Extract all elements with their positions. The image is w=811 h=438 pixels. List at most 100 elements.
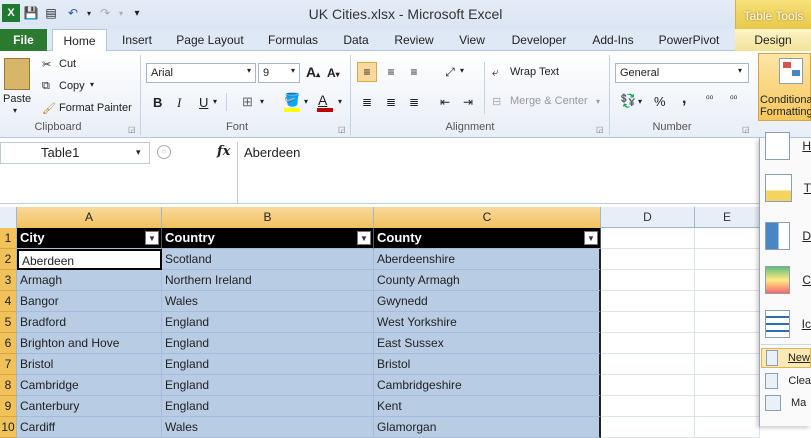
grow-font-icon[interactable]: A▴ [306, 64, 320, 80]
cut-icon[interactable]: ✂ [42, 58, 51, 71]
copy-icon[interactable]: ⧉ [42, 80, 50, 93]
increase-decimal-icon[interactable]: ⁰⁰ [706, 94, 713, 105]
table-cell[interactable]: Wales [162, 291, 374, 312]
table-cell[interactable]: Bristol [17, 354, 162, 375]
empty-cell[interactable] [601, 396, 695, 417]
table-cell[interactable]: Cardiff [17, 417, 162, 438]
table-cell[interactable]: England [162, 312, 374, 333]
filter-dropdown-icon[interactable]: ▼ [584, 231, 598, 245]
empty-cell[interactable] [695, 417, 760, 438]
number-launcher-icon[interactable]: ◲ [742, 125, 750, 134]
tab-design[interactable]: Design [735, 29, 811, 51]
underline-dropdown-icon[interactable]: ▾ [213, 97, 217, 106]
tab-data[interactable]: Data [338, 29, 374, 51]
empty-cell[interactable] [695, 354, 760, 375]
filter-dropdown-icon[interactable]: ▼ [357, 231, 371, 245]
number-format-dropdown-icon[interactable]: ▾ [738, 66, 742, 75]
tab-review[interactable]: Review [389, 29, 439, 51]
font-launcher-icon[interactable]: ◲ [338, 125, 346, 134]
empty-cell[interactable] [695, 249, 760, 270]
table-cell[interactable]: Cambridge [17, 375, 162, 396]
row-header[interactable]: 1 [0, 228, 17, 249]
align-bottom-icon[interactable]: ≡ [404, 62, 424, 82]
tab-powerpivot[interactable]: PowerPivot [653, 29, 725, 51]
menu-item-new-rule[interactable]: New [761, 348, 811, 368]
select-all-corner[interactable] [0, 207, 17, 228]
empty-cell[interactable] [601, 228, 695, 249]
column-header-d[interactable]: D [601, 207, 695, 228]
align-left-icon[interactable]: ≣ [357, 92, 377, 112]
fill-color-icon[interactable]: 🪣 [284, 92, 300, 108]
align-center-icon[interactable]: ≣ [381, 92, 401, 112]
wrap-text-icon[interactable]: ⤶ [492, 65, 499, 80]
menu-item-clear-rules[interactable]: Clea [761, 371, 811, 391]
table-cell[interactable]: County Armagh [374, 270, 601, 291]
empty-cell[interactable] [601, 312, 695, 333]
menu-item-highlight-rules[interactable]: H [761, 128, 811, 164]
empty-cell[interactable] [601, 375, 695, 396]
font-color-button[interactable]: A [318, 92, 327, 108]
row-header[interactable]: 6 [0, 333, 17, 354]
row-header[interactable]: 9 [0, 396, 17, 417]
empty-cell[interactable] [601, 270, 695, 291]
row-header[interactable]: 8 [0, 375, 17, 396]
format-painter-button[interactable]: Format Painter [59, 102, 132, 114]
column-header-a[interactable]: A [17, 207, 162, 228]
empty-cell[interactable] [601, 354, 695, 375]
formula-input[interactable]: Aberdeen [237, 142, 759, 204]
empty-cell[interactable] [695, 228, 760, 249]
table-cell[interactable]: Kent [374, 396, 601, 417]
empty-cell[interactable] [695, 291, 760, 312]
alignment-launcher-icon[interactable]: ◲ [596, 125, 604, 134]
tab-developer[interactable]: Developer [506, 29, 572, 51]
column-header-b[interactable]: B [162, 207, 374, 228]
table-cell[interactable]: Bradford [17, 312, 162, 333]
align-right-icon[interactable]: ≣ [404, 92, 424, 112]
tab-page-layout[interactable]: Page Layout [172, 29, 248, 51]
table-cell[interactable]: Northern Ireland [162, 270, 374, 291]
empty-cell[interactable] [695, 396, 760, 417]
accounting-dropdown-icon[interactable]: ▾ [638, 97, 642, 106]
table-cell[interactable]: Gwynedd [374, 291, 601, 312]
increase-indent-icon[interactable]: ⇥ [458, 92, 478, 112]
table-cell[interactable]: Canterbury [17, 396, 162, 417]
align-middle-icon[interactable]: ≡ [381, 62, 401, 82]
clipboard-launcher-icon[interactable]: ◲ [128, 125, 136, 134]
column-header-e[interactable]: E [695, 207, 760, 228]
table-header-country[interactable]: Country [162, 228, 374, 249]
align-top-icon[interactable]: ≡ [357, 62, 377, 82]
orientation-icon[interactable]: ⤢ [440, 62, 460, 82]
percent-style-button[interactable]: % [654, 94, 666, 109]
empty-cell[interactable] [601, 291, 695, 312]
row-header[interactable]: 5 [0, 312, 17, 333]
empty-cell[interactable] [601, 417, 695, 438]
table-cell[interactable]: Cambridgeshire [374, 375, 601, 396]
decrease-decimal-icon[interactable]: ⁰⁰ [730, 94, 737, 105]
table-cell[interactable]: England [162, 333, 374, 354]
insert-function-button[interactable]: fx [217, 144, 230, 159]
tab-home[interactable]: Home [52, 29, 107, 52]
wrap-text-button[interactable]: Wrap Text [510, 66, 559, 78]
format-painter-icon[interactable]: 🖌 [42, 102, 56, 115]
italic-button[interactable]: I [177, 95, 181, 111]
cut-button[interactable]: Cut [59, 58, 76, 70]
merge-center-button[interactable]: Merge & Center [510, 95, 588, 107]
empty-cell[interactable] [695, 333, 760, 354]
empty-cell[interactable] [695, 312, 760, 333]
formula-bar-splitter-icon[interactable]: ○ [157, 145, 171, 159]
table-header-city[interactable]: City [17, 228, 162, 249]
merge-dropdown-icon[interactable]: ▾ [596, 97, 600, 106]
filter-dropdown-icon[interactable]: ▼ [145, 231, 159, 245]
menu-item-color-scales[interactable]: C [761, 262, 811, 298]
active-cell[interactable]: Aberdeen [17, 249, 162, 270]
tab-add-ins[interactable]: Add-Ins [586, 29, 640, 51]
menu-item-data-bars[interactable]: D [761, 218, 811, 254]
table-header-county[interactable]: County [374, 228, 601, 249]
paste-button[interactable]: Paste [3, 93, 31, 105]
tab-formulas[interactable]: Formulas [262, 29, 324, 51]
font-name-dropdown-icon[interactable]: ▾ [247, 66, 251, 75]
number-format-box[interactable]: General [615, 63, 749, 83]
table-cell[interactable]: Scotland [162, 249, 374, 270]
accounting-format-icon[interactable]: 💱 [620, 93, 636, 109]
row-header[interactable]: 4 [0, 291, 17, 312]
